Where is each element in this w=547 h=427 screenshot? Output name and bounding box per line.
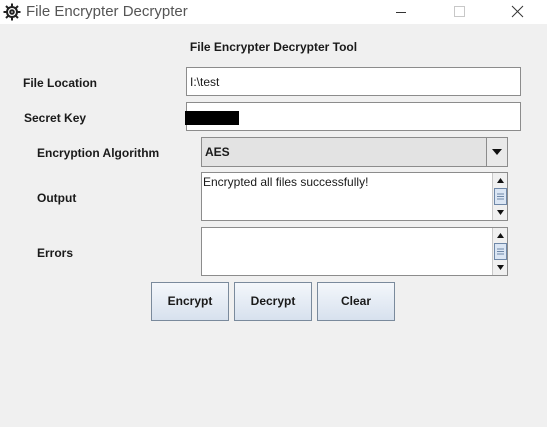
errors-textarea[interactable]	[201, 227, 508, 276]
output-text: Encrypted all files successfully!	[203, 175, 369, 189]
scroll-down-arrow-icon[interactable]	[497, 265, 504, 270]
output-textarea[interactable]: Encrypted all files successfully!	[201, 172, 508, 221]
minimize-button[interactable]	[379, 0, 423, 24]
errors-label: Errors	[37, 246, 74, 260]
scroll-down-arrow-icon[interactable]	[497, 210, 504, 215]
form-heading: File Encrypter Decrypter Tool	[189, 40, 358, 54]
minimize-icon	[396, 12, 406, 13]
title-bar[interactable]: File Encrypter Decrypter	[0, 0, 547, 24]
errors-scrollbar[interactable]	[492, 228, 507, 275]
file-location-label: File Location	[23, 76, 98, 90]
encryption-algorithm-select[interactable]: AES	[201, 137, 508, 167]
decrypt-button[interactable]: Decrypt	[234, 282, 312, 321]
chevron-down-icon	[492, 149, 502, 155]
close-button[interactable]	[495, 0, 539, 24]
output-scrollbar[interactable]	[492, 173, 507, 220]
maximize-button[interactable]	[437, 0, 481, 24]
scroll-up-arrow-icon[interactable]	[497, 178, 504, 183]
maximize-icon	[454, 6, 465, 17]
dropdown-button[interactable]	[486, 138, 507, 166]
file-location-input[interactable]	[186, 67, 521, 96]
gear-icon	[2, 2, 22, 22]
secret-key-label: Secret Key	[24, 111, 87, 125]
window-title: File Encrypter Decrypter	[26, 3, 188, 20]
close-icon	[511, 5, 524, 18]
scroll-up-arrow-icon[interactable]	[497, 233, 504, 238]
app-window: File Encrypter Decrypter File Encrypter …	[0, 0, 547, 427]
output-label: Output	[37, 191, 77, 205]
encryption-algorithm-label: Encryption Algorithm	[37, 146, 160, 160]
secret-key-redaction	[185, 111, 239, 125]
encryption-algorithm-value: AES	[205, 145, 230, 159]
encrypt-button[interactable]: Encrypt	[151, 282, 229, 321]
clear-button[interactable]: Clear	[317, 282, 395, 321]
